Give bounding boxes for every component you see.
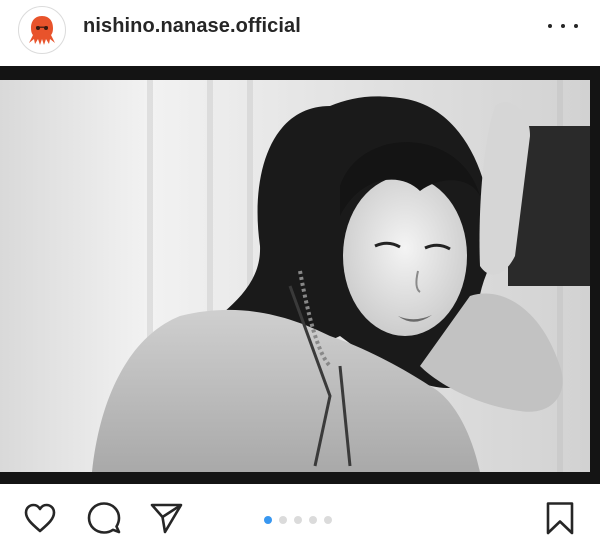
username[interactable]: nishino.nanase.official	[83, 15, 301, 38]
avatar[interactable]	[18, 6, 66, 54]
post-header: nishino.nanase.official	[0, 0, 600, 56]
bookmark-icon[interactable]	[542, 500, 578, 536]
carousel-indicator	[264, 516, 332, 524]
carousel-dot	[279, 516, 287, 524]
post-photo[interactable]	[0, 66, 600, 484]
comment-icon[interactable]	[86, 500, 122, 536]
carousel-dot	[309, 516, 317, 524]
more-options-icon[interactable]	[548, 16, 578, 36]
octopus-icon	[29, 16, 55, 45]
carousel-dot	[294, 516, 302, 524]
send-icon[interactable]	[148, 500, 184, 536]
action-bar	[0, 490, 600, 542]
carousel-dot	[264, 516, 272, 524]
heart-icon[interactable]	[22, 500, 58, 536]
photo-image	[0, 66, 600, 484]
carousel-dot	[324, 516, 332, 524]
